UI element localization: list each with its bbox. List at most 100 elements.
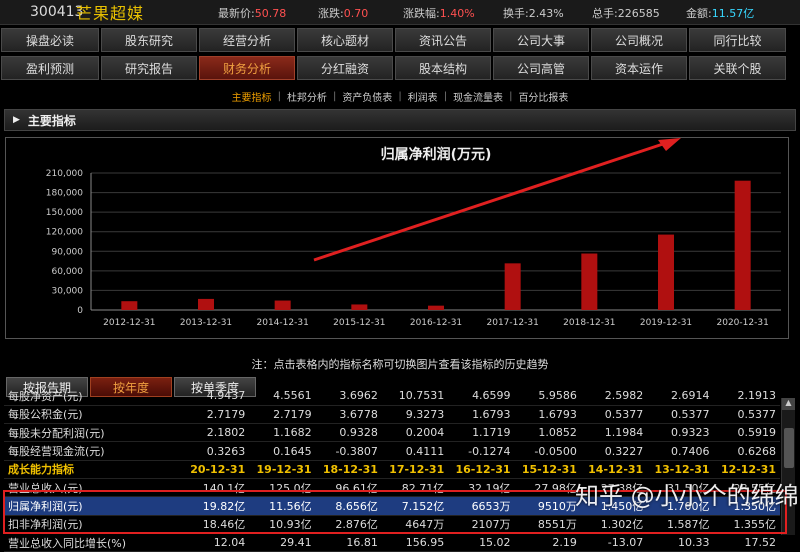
nav-tab[interactable]: 操盘必读 (1, 28, 99, 52)
nav-tab[interactable]: 经营分析 (199, 28, 295, 52)
section-header[interactable]: ▶ 主要指标 (4, 109, 796, 131)
table-row[interactable]: 每股净资产(元) 4.9437 4.5561 3.6962 10.7531 4.6599 5… (4, 387, 780, 406)
separator: | (443, 90, 448, 102)
table-cell: 4.9437 (182, 387, 250, 406)
subnav-link[interactable]: 资产负债表 (342, 89, 392, 104)
quote-label: 涨跌幅: (403, 7, 440, 20)
x-tick-label: 2013-12-31 (180, 318, 232, 328)
table-cell: 2107万 (448, 515, 515, 534)
table-cell: 19.82亿 (182, 496, 250, 516)
nav-tab[interactable]: 公司高管 (493, 56, 589, 80)
indicator-name[interactable]: 每股公积金(元) (4, 405, 183, 425)
nav-tab[interactable]: 分红融资 (297, 56, 393, 80)
table-cell: 1.1682 (249, 423, 316, 443)
nav-tab[interactable]: 股本结构 (395, 56, 491, 80)
scroll-up-icon[interactable]: ▲ (782, 398, 795, 410)
quote-field: 最新价:50.78 (218, 5, 286, 21)
table-cell: 0.9328 (315, 423, 382, 443)
y-tick-label: 90,000 (52, 247, 84, 257)
indicator-name[interactable]: 营业总收入同比增长(%) (4, 533, 183, 552)
bar (351, 304, 368, 310)
table-cell: 29.41 (249, 533, 316, 552)
section-title: 主要指标 (27, 113, 76, 128)
nav-tab[interactable]: 核心题材 (297, 28, 393, 52)
x-tick-label: 2017-12-31 (487, 318, 539, 328)
table-cell: -0.3807 (315, 441, 382, 461)
indicator-name[interactable]: 扣非净利润(元) (4, 515, 183, 534)
quote-header: 300413 芒果超媒 最新价:50.78 涨跌:0.70 涨跌幅:1.40% 换手:… (0, 0, 800, 25)
nav-tab[interactable]: 关联个股 (689, 56, 786, 80)
subnav-link[interactable]: 百分比报表 (518, 89, 568, 104)
table-cell: -0.1274 (448, 441, 515, 461)
nav-tab[interactable]: 同行比较 (689, 28, 786, 52)
stock-code: 300413 (30, 4, 84, 20)
chart-note: 注：点击表格内的指标名称可切换图片查看该指标的历史趋势 (251, 358, 549, 371)
table-row[interactable]: 营业总收入同比增长(%) 12.04 29.41 16.81 156.95 15.02 2.… (4, 533, 780, 552)
x-tick-label: 2012-12-31 (103, 318, 155, 328)
table-cell: 8.656亿 (315, 496, 382, 516)
table-cell: 0.9323 (647, 423, 714, 443)
arrow-head-icon (658, 138, 681, 151)
table-cell: 0.5377 (647, 405, 714, 425)
table-cell: 9510万 (514, 496, 581, 516)
table-cell: 17-12-31 (381, 460, 449, 479)
nav-tab[interactable]: 公司概况 (591, 28, 687, 52)
bar (658, 234, 674, 310)
table-cell: 4647万 (381, 515, 449, 534)
chart-panel: 归属净利润(万元) 0 30,000 60,000 90,000 120,000 150,0… (5, 137, 789, 339)
nav-tab[interactable]: 资本运作 (591, 56, 687, 80)
table-cell: 1.355亿 (713, 515, 780, 534)
indicator-name[interactable]: 归属净利润(元) (4, 496, 183, 516)
y-tick-label: 150,000 (46, 208, 83, 218)
nav-tab[interactable]: 财务分析 (199, 56, 295, 80)
quote-field: 涨跌:0.70 (318, 5, 368, 21)
nav-tab[interactable]: 公司大事 (493, 28, 589, 52)
table-row[interactable]: 扣非净利润(元) 18.46亿 10.93亿 2.876亿 4647万 2107万 8551… (4, 515, 780, 534)
table-cell: 2.1913 (713, 387, 780, 406)
nav-tab[interactable]: 研究报告 (101, 56, 197, 80)
subnav-link[interactable]: 利润表 (408, 89, 438, 104)
table-cell: 2.7179 (249, 405, 316, 425)
table-cell: 10.93亿 (249, 515, 316, 534)
quote-value: 11.57亿 (711, 7, 755, 20)
table-row[interactable]: 每股经营现金流(元) 0.3263 0.1645 -0.3807 0.4111 -0.12… (4, 441, 780, 461)
quote-label: 金额: (686, 7, 712, 20)
indicator-name[interactable]: 营业总收入(元) (4, 478, 183, 498)
indicator-name[interactable]: 每股未分配利润(元) (4, 423, 183, 443)
table-cell: 96.61亿 (315, 478, 382, 498)
nav-tab[interactable]: 股东研究 (101, 28, 197, 52)
scroll-thumb[interactable] (784, 428, 794, 468)
table-row[interactable]: 每股未分配利润(元) 2.1802 1.1682 0.9328 0.2004 1.1719… (4, 423, 780, 443)
x-tick-label: 2018-12-31 (563, 318, 615, 328)
triangle-right-icon: ▶ (13, 115, 20, 125)
subnav-link[interactable]: 杜邦分析 (287, 89, 327, 104)
nav-tab[interactable]: 盈利预测 (1, 56, 99, 80)
table-cell: 20-12-31 (182, 460, 250, 479)
table-cell: 3.6962 (315, 387, 382, 406)
subnav-link[interactable]: 现金流量表 (453, 89, 503, 104)
table-cell: 0.1645 (249, 441, 316, 461)
table-cell: -0.0500 (514, 441, 581, 461)
table-cell: 0.2004 (381, 423, 449, 443)
subnav-link[interactable]: 主要指标 (232, 89, 272, 104)
x-tick-label: 2015-12-31 (333, 318, 385, 328)
quote-field: 涨跌幅:1.40% (403, 5, 475, 21)
y-tick-label: 0 (77, 306, 83, 316)
quote-value: 1.40% (439, 7, 475, 20)
table-cell: 2.1802 (182, 423, 250, 443)
table-cell: 1.587亿 (647, 515, 714, 534)
quote-label: 总手: (592, 7, 618, 20)
nav-tab[interactable]: 资讯公告 (395, 28, 491, 52)
table-cell: 4.5561 (249, 387, 316, 406)
table-cell: 0.7406 (647, 441, 714, 461)
y-tick-label: 30,000 (52, 286, 84, 296)
table-cell: 19-12-31 (249, 460, 316, 479)
bar-chart: 归属净利润(万元) 0 30,000 60,000 90,000 120,000 150,0… (46, 138, 781, 328)
table-cell: 140.1亿 (182, 478, 250, 498)
table-scrollbar[interactable]: ▲ (781, 398, 795, 535)
table-cell: 0.6268 (713, 441, 780, 461)
indicator-name[interactable]: 每股净资产(元) (4, 387, 183, 406)
indicator-name[interactable]: 每股经营现金流(元) (4, 441, 183, 461)
quote-value: 2.43% (528, 7, 564, 20)
table-row[interactable]: 每股公积金(元) 2.7179 2.7179 3.6778 9.3273 1.6793 1.… (4, 405, 780, 425)
